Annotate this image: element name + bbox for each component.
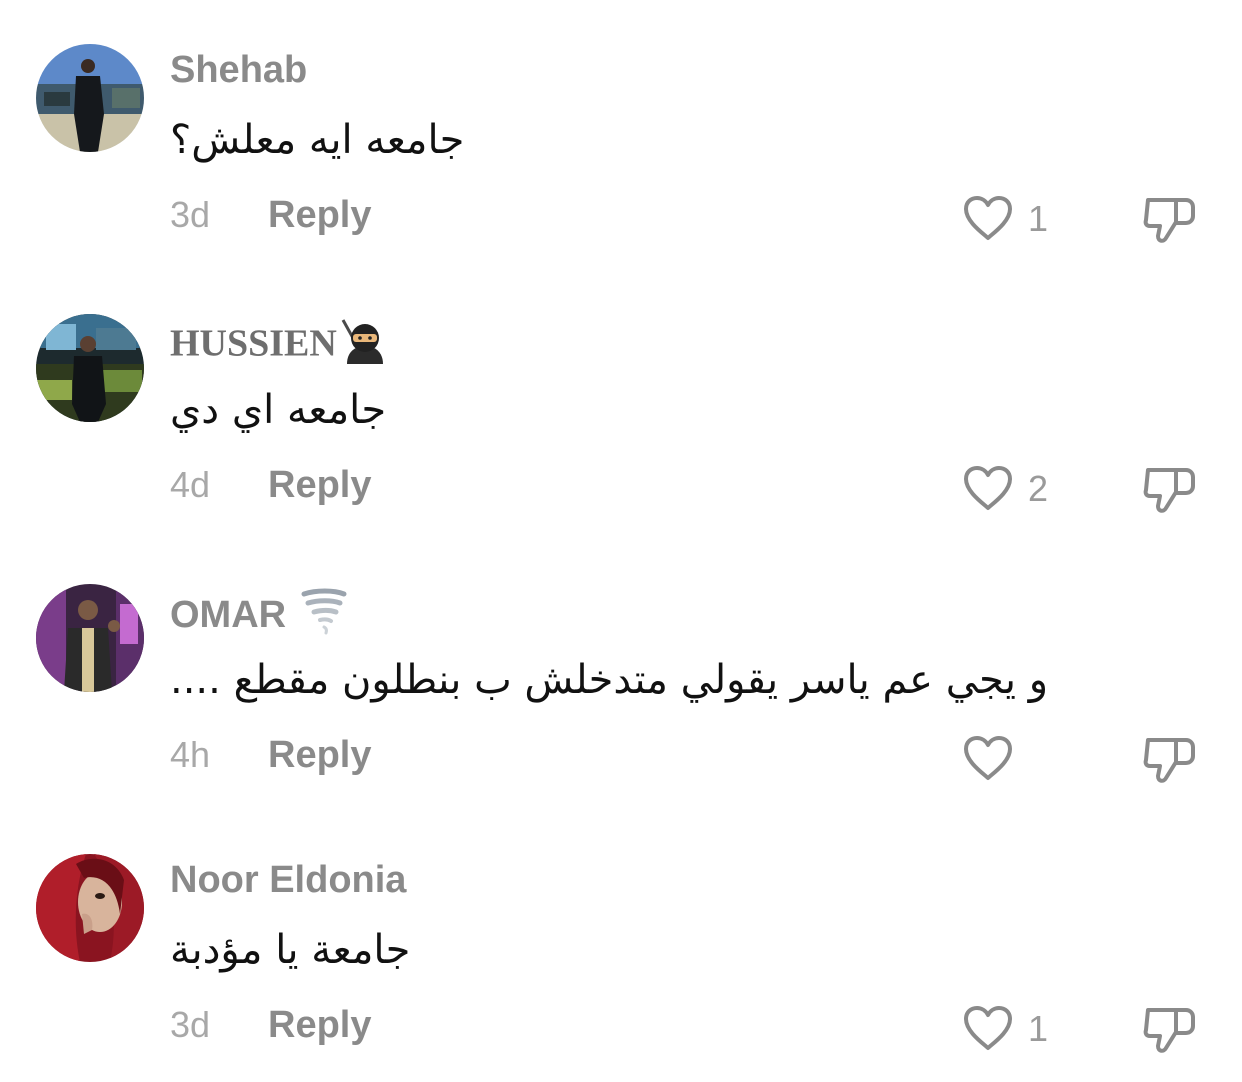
dislike-button[interactable] <box>1142 462 1198 518</box>
thumbs-down-icon <box>1143 738 1195 783</box>
avatar[interactable] <box>36 44 144 152</box>
tornado-emoji-icon <box>300 588 348 646</box>
avatar[interactable] <box>36 584 144 692</box>
like-count: 1 <box>1028 1008 1049 1049</box>
heart-icon <box>964 1006 1012 1050</box>
ninja-emoji-icon <box>339 318 391 376</box>
username[interactable]: OMAR <box>170 588 348 646</box>
avatar-image <box>36 44 144 152</box>
comment-time: 4h <box>170 734 211 775</box>
avatar[interactable] <box>36 314 144 422</box>
like-button[interactable]: 1 <box>962 194 1082 246</box>
heart-icon <box>964 196 1012 240</box>
comment-time: 4d <box>170 464 211 505</box>
thumbs-down-icon <box>1143 468 1195 513</box>
comment-text: جامعه ايه معلش؟ <box>170 117 465 163</box>
comment-text: و يجي عم ياسر يقولي متدخلش ب بنطلون مقطع… <box>170 657 1049 703</box>
comment-item: Shehab جامعه ايه معلش؟ 3d Reply 1 <box>0 0 1242 270</box>
avatar[interactable] <box>36 854 144 962</box>
like-count: 1 <box>1028 198 1049 239</box>
comment-item: HUSSIEN جامعه اي دي 4d Reply 2 <box>0 270 1242 540</box>
username-label: OMAR <box>170 594 287 637</box>
reply-button[interactable]: Reply <box>268 730 371 780</box>
dislike-button[interactable] <box>1142 1002 1198 1058</box>
like-button[interactable]: 2 <box>962 464 1082 516</box>
comment-item: Noor Eldonia جامعة يا مؤدبة 3d Reply 1 <box>0 810 1242 1080</box>
like-button[interactable] <box>962 734 1082 786</box>
username[interactable]: Shehab <box>170 48 307 92</box>
avatar-image <box>36 854 144 962</box>
reply-button[interactable]: Reply <box>268 190 371 240</box>
thumbs-down-icon <box>1143 1008 1195 1053</box>
username[interactable]: Noor Eldonia <box>170 858 406 902</box>
dislike-button[interactable] <box>1142 192 1198 248</box>
avatar-image <box>36 584 144 692</box>
avatar-image <box>36 314 144 422</box>
comment-time: 3d <box>170 1004 211 1045</box>
like-button[interactable]: 1 <box>962 1004 1082 1056</box>
heart-icon <box>964 466 1012 510</box>
reply-button[interactable]: Reply <box>268 460 371 510</box>
username-label: HUSSIEN <box>170 322 337 365</box>
comment-time: 3d <box>170 194 211 235</box>
dislike-button[interactable] <box>1142 732 1198 788</box>
reply-button[interactable]: Reply <box>268 1000 371 1050</box>
thumbs-down-icon <box>1143 198 1195 243</box>
username[interactable]: HUSSIEN <box>170 318 391 376</box>
comment-item: OMAR و يجي عم ياسر يقولي متدخلش ب بنطلون… <box>0 540 1242 810</box>
comment-text: جامعة يا مؤدبة <box>170 927 411 973</box>
like-count: 2 <box>1028 468 1049 509</box>
heart-icon <box>964 736 1012 780</box>
comment-text: جامعه اي دي <box>170 387 387 433</box>
